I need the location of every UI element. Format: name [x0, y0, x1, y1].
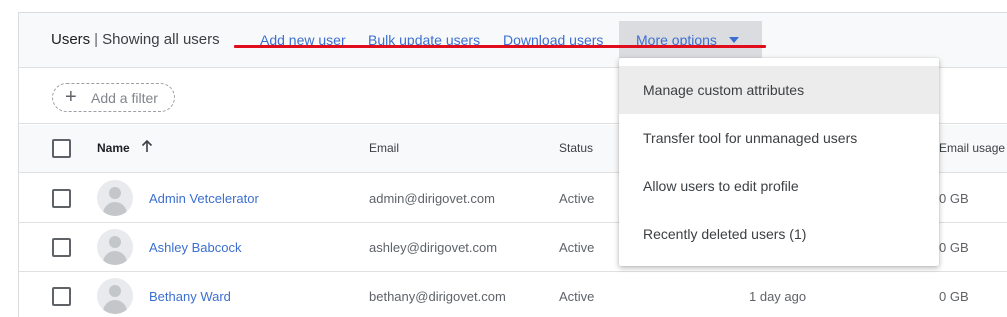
- select-all-checkbox[interactable]: [52, 139, 71, 158]
- row-checkbox[interactable]: [52, 287, 71, 306]
- menu-item-manage-custom-attributes[interactable]: Manage custom attributes: [619, 66, 939, 114]
- row-checkbox[interactable]: [52, 238, 71, 257]
- user-last-sign-in: 1 day ago: [749, 289, 807, 304]
- user-email: bethany@dirigovet.com: [369, 289, 506, 304]
- user-name-link[interactable]: Ashley Babcock: [149, 240, 242, 255]
- page-title: Users | Showing all users: [51, 31, 220, 48]
- column-header-name[interactable]: Name: [97, 141, 130, 155]
- menu-item-label: Transfer tool for unmanaged users: [643, 130, 858, 146]
- menu-item-recently-deleted-users[interactable]: Recently deleted users (1): [619, 210, 939, 258]
- add-filter-button[interactable]: + Add a filter: [52, 83, 175, 112]
- annotation-underline: [234, 45, 766, 48]
- user-email: ashley@dirigovet.com: [369, 240, 498, 255]
- table-row[interactable]: Bethany Ward bethany@dirigovet.com Activ…: [19, 272, 1007, 317]
- add-filter-label: Add a filter: [91, 90, 158, 106]
- title-separator: |: [94, 31, 99, 48]
- more-options-button[interactable]: More options: [619, 21, 762, 59]
- menu-item-allow-edit-profile[interactable]: Allow users to edit profile: [619, 162, 939, 210]
- column-header-email[interactable]: Email: [369, 141, 399, 155]
- menu-item-label: Manage custom attributes: [643, 82, 805, 98]
- default-avatar-icon: [97, 180, 133, 216]
- plus-icon: +: [65, 86, 77, 108]
- row-checkbox[interactable]: [52, 189, 71, 208]
- menu-item-label: Recently deleted users (1): [643, 226, 807, 242]
- title-users: Users: [51, 31, 91, 48]
- user-name-link[interactable]: Bethany Ward: [149, 289, 231, 304]
- user-name-link[interactable]: Admin Vetcelerator: [149, 191, 259, 206]
- column-header-email-usage[interactable]: Email usage: [939, 141, 1005, 155]
- more-options-menu: Manage custom attributes Transfer tool f…: [619, 58, 939, 266]
- default-avatar-icon: [97, 229, 133, 265]
- column-header-status[interactable]: Status: [559, 141, 593, 155]
- default-avatar-icon: [97, 278, 133, 314]
- title-subtitle: Showing all users: [102, 31, 220, 48]
- arrow-up-icon[interactable]: [141, 139, 153, 155]
- user-status: Active: [559, 289, 595, 304]
- user-email-usage: 0 GB: [939, 191, 969, 206]
- user-status: Active: [559, 240, 595, 255]
- menu-item-label: Allow users to edit profile: [643, 178, 799, 194]
- user-email-usage: 0 GB: [939, 240, 969, 255]
- caret-down-icon: [729, 37, 739, 43]
- user-email-usage: 0 GB: [939, 289, 969, 304]
- menu-item-transfer-tool[interactable]: Transfer tool for unmanaged users: [619, 114, 939, 162]
- user-email: admin@dirigovet.com: [369, 191, 495, 206]
- user-status: Active: [559, 191, 595, 206]
